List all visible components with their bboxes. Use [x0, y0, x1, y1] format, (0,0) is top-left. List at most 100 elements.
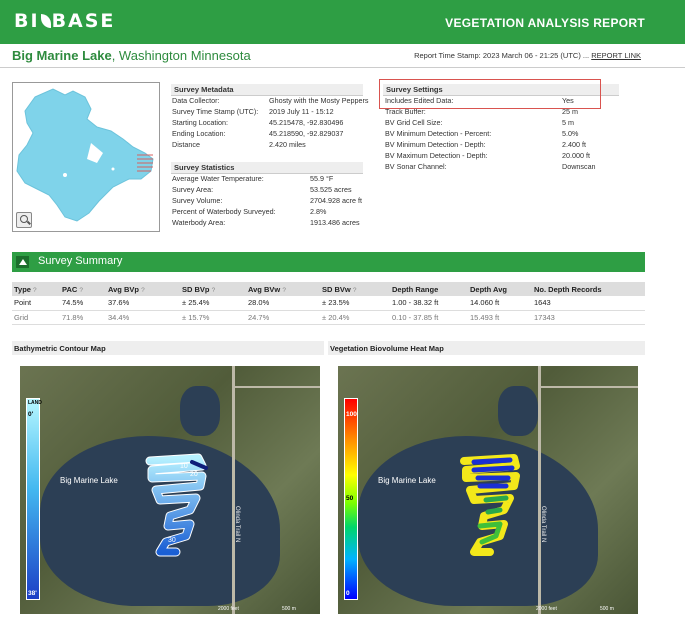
table-cell: 28.0%: [246, 296, 320, 311]
survey-summary-title: Survey Summary: [38, 255, 123, 267]
vegetation-heat-map[interactable]: 100 50 0 Big Marine Lake Olinda Trail N …: [338, 366, 638, 614]
table-cell: ± 15.7%: [180, 310, 246, 325]
column-header[interactable]: Depth Range: [390, 282, 468, 296]
settings-value: 5 m: [562, 118, 574, 127]
legend-top-label: 100: [346, 411, 357, 418]
legend-top-label: LAND: [28, 400, 42, 406]
scale-feet: 2000 feet: [536, 606, 557, 612]
road-label: Olinda Trail N: [540, 506, 546, 543]
table-cell: ± 25.4%: [180, 296, 246, 311]
biobase-logo: BI BASE: [14, 10, 115, 32]
metadata-value: 2019 July 11 - 15:12: [269, 107, 334, 116]
logo-text-left: BI: [14, 10, 40, 32]
heat-track-svg: [460, 454, 520, 556]
help-icon[interactable]: ?: [79, 287, 83, 294]
help-icon[interactable]: ?: [353, 287, 357, 294]
settings-highlight-box: [379, 79, 601, 109]
metadata-list: Data Collector: Ghosty with the Mosty Pep…: [172, 96, 368, 151]
help-icon[interactable]: ?: [282, 287, 286, 294]
triangle-up-icon: [18, 259, 27, 265]
table-cell: 15.493 ft: [468, 310, 532, 325]
statistics-key: Average Water Temperature:: [172, 174, 264, 183]
survey-summary-bar[interactable]: Survey Summary: [12, 252, 645, 272]
table-cell: Grid: [12, 310, 60, 325]
statistics-heading: Survey Statistics: [171, 162, 363, 174]
table-cell: 34.4%: [106, 310, 180, 325]
table-cell: 1.00 - 38.32 ft: [390, 296, 468, 311]
metadata-key: Starting Location:: [172, 118, 228, 127]
statistics-value: 53.525 acres: [310, 185, 352, 194]
depth-legend: LAND 0' 38': [26, 398, 42, 600]
lake-outline-svg: [16, 88, 154, 222]
settings-key: BV Sonar Channel:: [385, 162, 447, 171]
table-cell: 0.10 - 37.85 ft: [390, 310, 468, 325]
table-cell: 71.8%: [60, 310, 106, 325]
contour-label: 10: [180, 463, 188, 470]
collapse-toggle[interactable]: [16, 256, 29, 268]
statistics-key: Survey Volume:: [172, 196, 223, 205]
zoom-icon[interactable]: [16, 212, 32, 228]
bathymetric-contour-map[interactable]: 10 20 30 LAND 0' 38' Big Marine Lake Oli…: [20, 366, 320, 614]
column-header[interactable]: Avg BVp ?: [106, 282, 180, 296]
table-cell: ± 23.5%: [320, 296, 390, 311]
lake-label: Big Marine Lake: [60, 476, 118, 485]
lake-location: , Washington Minnesota: [111, 48, 251, 63]
summary-table: Type ? PAC ? Avg BVp ? SD BVp ? Avg BVw …: [12, 282, 645, 325]
help-icon[interactable]: ?: [141, 287, 145, 294]
column-header-label: Avg BVw: [248, 284, 281, 294]
legend-bottom-label: 38': [28, 590, 37, 597]
column-header[interactable]: SD BVp ?: [180, 282, 246, 296]
scale-meters: 500 m: [600, 606, 614, 612]
metadata-key: Data Collector:: [172, 96, 220, 105]
column-header[interactable]: SD BVw ?: [320, 282, 390, 296]
statistics-value: 55.9 °F: [310, 174, 334, 183]
column-header[interactable]: Avg BVw ?: [246, 282, 320, 296]
metadata-value: Ghosty with the Mosty Peppers: [269, 96, 369, 105]
statistics-value: 2.8%: [310, 207, 327, 216]
legend-mid-label: 0': [28, 411, 34, 418]
help-icon[interactable]: ?: [212, 287, 216, 294]
summary-header-row: Type ? PAC ? Avg BVp ? SD BVp ? Avg BVw …: [12, 282, 645, 296]
road-label: Olinda Trail N: [234, 506, 240, 543]
table-row: Point 74.5% 37.6% ± 25.4% 28.0% ± 23.5% …: [12, 296, 645, 311]
metadata-value: 45.215478, -92.830496: [269, 118, 344, 127]
help-icon[interactable]: ?: [33, 287, 37, 294]
lake-outline-map[interactable]: [12, 82, 160, 232]
settings-key: BV Maximum Detection - Depth:: [385, 151, 488, 160]
column-header[interactable]: PAC ?: [60, 282, 106, 296]
title-bar: Big Marine Lake, Washington Minnesota Re…: [0, 44, 685, 68]
legend-mid-label: 50: [346, 495, 354, 502]
report-link[interactable]: REPORT LINK: [591, 51, 641, 60]
statistics-list: Average Water Temperature: 55.9 °F Survey…: [172, 174, 368, 229]
lake-name: Big Marine Lake: [12, 48, 112, 63]
column-header[interactable]: Type ?: [12, 282, 60, 296]
table-cell: 14.060 ft: [468, 296, 532, 311]
leaf-icon: [40, 14, 51, 28]
statistics-key: Survey Area:: [172, 185, 214, 194]
contour-map-title: Bathymetric Contour Map: [12, 341, 324, 355]
timestamp-label: Report Time Stamp: 2023 March 06 - 21:25…: [414, 51, 590, 60]
contour-track-svg: 10 20 30: [145, 453, 208, 557]
report-title: VEGETATION ANALYSIS REPORT: [445, 16, 645, 30]
lake-title: Big Marine Lake, Washington Minnesota: [12, 48, 251, 63]
statistics-key: Waterbody Area:: [172, 218, 226, 227]
settings-value: Downscan: [562, 162, 596, 171]
settings-value: 2.400 ft: [562, 140, 586, 149]
report-timestamp: Report Time Stamp: 2023 March 06 - 21:25…: [414, 51, 641, 60]
lake-label: Big Marine Lake: [378, 476, 436, 485]
settings-key: BV Minimum Detection - Depth:: [385, 140, 486, 149]
column-header[interactable]: Depth Avg: [468, 282, 532, 296]
metadata-value: 45.218590, -92.829037: [269, 129, 344, 138]
table-cell: 74.5%: [60, 296, 106, 311]
table-row: Grid 71.8% 34.4% ± 15.7% 24.7% ± 20.4% 0…: [12, 310, 645, 325]
table-cell: ± 20.4%: [320, 310, 390, 325]
column-header-label: SD BVw: [322, 284, 351, 294]
metadata-key: Ending Location:: [172, 129, 226, 138]
column-header[interactable]: No. Depth Records: [532, 282, 645, 296]
metadata-key: Survey Time Stamp (UTC):: [172, 107, 259, 116]
table-cell: 1643: [532, 296, 645, 311]
table-cell: 17343: [532, 310, 645, 325]
column-header-label: Avg BVp: [108, 284, 139, 294]
table-cell: 24.7%: [246, 310, 320, 325]
column-header-label: PAC: [62, 284, 78, 294]
